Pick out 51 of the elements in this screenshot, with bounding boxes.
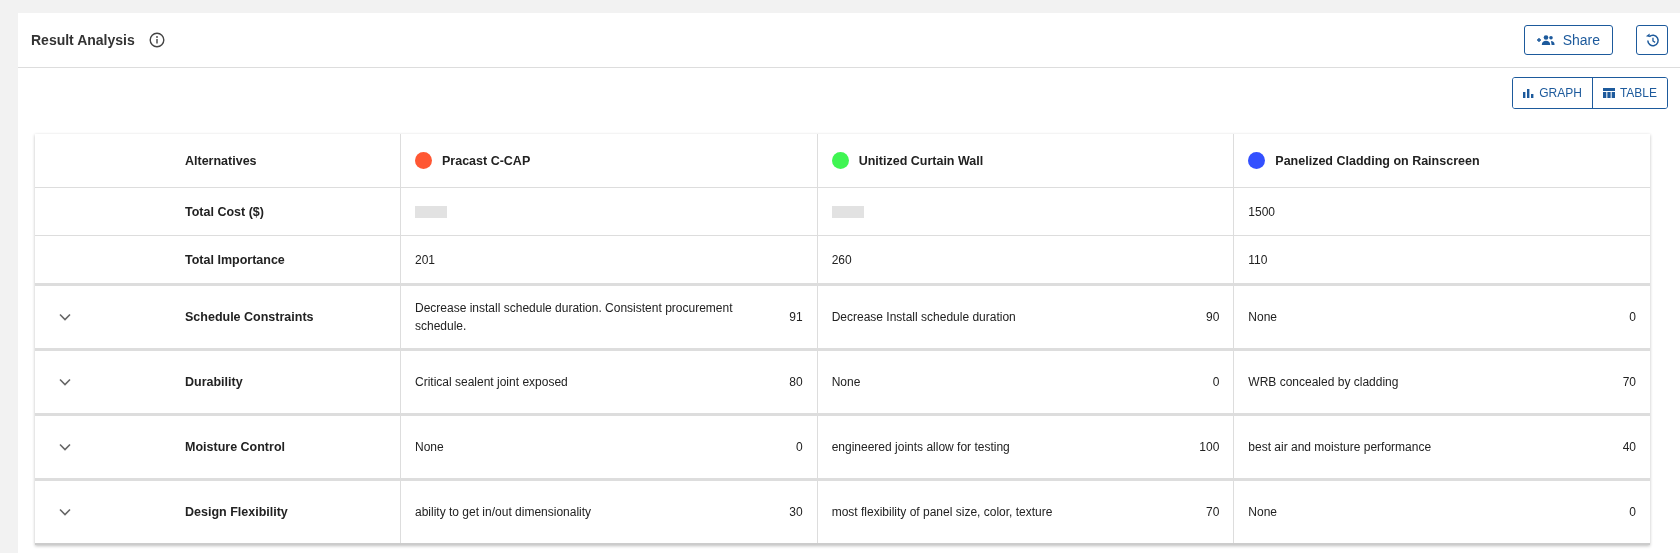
table-icon <box>1602 88 1615 98</box>
table-cell-text: ability to get in/out dimensionality <box>415 504 592 521</box>
column-header: Pracast C-CAP <box>442 153 531 168</box>
row-label: Moisture Control <box>185 440 285 454</box>
table-cell-text: None <box>831 374 861 391</box>
score: 70 <box>1205 505 1220 519</box>
table-cell-text: None <box>1248 309 1277 326</box>
column-header: Panelized Cladding on Rainscreen <box>1275 153 1480 168</box>
history-icon <box>1644 32 1660 48</box>
table-cell: 260 <box>831 252 852 267</box>
table-cell: 1500 <box>1248 204 1276 219</box>
chevron-icon[interactable] <box>59 508 71 516</box>
score: 0 <box>795 440 803 454</box>
score: 0 <box>1629 505 1636 519</box>
score: 100 <box>1199 440 1220 454</box>
column-header: Alternatives <box>185 153 257 168</box>
history-button[interactable] <box>1636 25 1668 55</box>
table-cell-text: WRB concealed by cladding <box>1248 374 1399 391</box>
row-label: Total Importance <box>185 252 285 267</box>
column-header: Unitized Curtain Wall <box>858 153 984 168</box>
table-cell-text: Critical sealent joint exposed <box>415 374 568 391</box>
info-icon[interactable] <box>148 32 165 48</box>
row-label: Total Cost ($) <box>185 204 264 219</box>
add-people-icon <box>1536 34 1555 46</box>
table-cell-text: Decrease install schedule duration. Consistent procurement schedule. <box>415 300 734 335</box>
row-label: Schedule Constraints <box>185 310 314 324</box>
row-label: Design Flexibility <box>185 505 288 519</box>
table-cell: 110 <box>1248 252 1268 267</box>
table-cell-text: None <box>415 439 444 456</box>
score: 90 <box>1205 310 1220 324</box>
chevron-icon[interactable] <box>59 378 71 386</box>
score: 80 <box>789 375 803 389</box>
table-view-button[interactable]: TABLE <box>1591 78 1667 108</box>
score: 0 <box>1212 375 1220 389</box>
score: 30 <box>789 505 803 519</box>
row-label: Durability <box>185 375 243 389</box>
bar-chart-icon <box>1523 88 1535 98</box>
score: 70 <box>1622 375 1636 389</box>
chevron-icon[interactable] <box>59 313 71 321</box>
score: 0 <box>1629 310 1636 324</box>
chevron-icon[interactable] <box>59 443 71 451</box>
section-title: Result Analysis <box>31 32 135 48</box>
score: 40 <box>1622 440 1636 454</box>
table-cell-text: best air and moisture performance <box>1248 439 1432 456</box>
table-cell-text: Decrease Install schedule duration <box>831 309 1016 326</box>
table-cell-text: engineered joints allow for testing <box>831 439 1010 456</box>
table-cell: 201 <box>415 252 436 267</box>
score: 91 <box>789 310 803 324</box>
share-button[interactable]: Share <box>1523 25 1613 55</box>
table-cell-text: most flexibility of panel size, color, texture <box>831 504 1053 521</box>
table-cell-text: None <box>1248 504 1277 521</box>
